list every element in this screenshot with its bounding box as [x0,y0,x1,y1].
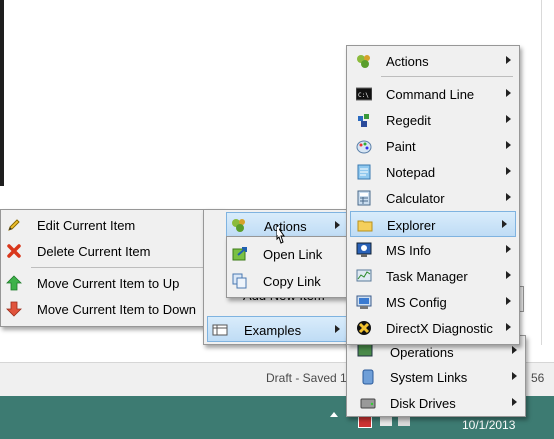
command-line-icon: C:\ [356,86,372,102]
directx-diagnostic-item[interactable]: DirectX Diagnostic [347,315,519,341]
disk-drives-label: Disk Drives [390,396,456,411]
submenu-arrow-icon [506,297,511,305]
right-actions-item[interactable]: Actions [347,48,519,74]
actions-icon [356,53,372,69]
calculator-icon [356,190,372,206]
command-line-label: Command Line [386,87,475,102]
programs-menu: Actions C:\ Command Line Regedit Paint N… [346,45,520,345]
submenu-arrow-icon [502,220,507,228]
move-item-down-label: Move Current Item to Down [37,302,196,317]
arrow-up-icon [6,275,22,291]
directx-icon [356,320,372,336]
disk-drives-item[interactable]: Disk Drives [347,390,525,416]
svg-text:C:\: C:\ [358,92,369,99]
task-manager-item[interactable]: Task Manager [347,263,519,289]
notepad-label: Notepad [386,165,436,180]
paint-item[interactable]: Paint [347,133,519,159]
ms-config-icon [356,294,372,310]
copy-link-item[interactable]: Copy Link [227,268,350,294]
actions-icon [231,217,247,233]
ms-info-icon [356,242,372,258]
system-links-label: System Links [390,370,468,385]
status-text: Draft - Saved 1 [266,371,347,385]
examples-menu-label: Examples [244,323,302,338]
submenu-arrow-icon [506,271,511,279]
examples-icon [212,322,228,338]
submenu-arrow-icon [506,56,511,64]
move-item-up[interactable]: Move Current Item to Up [1,270,223,296]
edit-current-item-label: Edit Current Item [37,218,136,233]
submenu-arrow-icon [335,221,340,229]
submenu-arrow-icon [506,89,511,97]
move-item-up-label: Move Current Item to Up [37,276,180,291]
explorer-folder-icon [357,217,373,233]
desktop-edge [0,0,4,186]
arrow-down-icon [6,301,22,317]
submenu-arrow-icon [506,141,511,149]
delete-current-item-label: Delete Current Item [37,244,151,259]
move-item-down[interactable]: Move Current Item to Down [1,296,223,322]
submenu-arrow-icon [506,167,511,175]
item-context-menu: Edit Current Item Delete Current Item Mo… [0,209,224,327]
tray-overflow-icon[interactable] [330,412,338,417]
submenu-arrow-icon [335,325,340,333]
open-link-label: Open Link [263,247,323,262]
submenu-arrow-icon [512,398,517,406]
submenu-arrow-icon [506,193,511,201]
ms-info-label: MS Info [386,243,431,258]
copy-link-icon [232,273,248,289]
submenu-arrow-icon [512,372,517,380]
paint-label: Paint [386,139,416,154]
notepad-icon [356,164,372,180]
taskbar-date[interactable]: 10/1/2013 [462,418,515,432]
notepad-item[interactable]: Notepad [347,159,519,185]
delete-current-item[interactable]: Delete Current Item [1,238,223,264]
regedit-item[interactable]: Regedit [347,107,519,133]
task-manager-label: Task Manager [386,269,468,284]
task-manager-icon [356,268,372,284]
ms-info-item[interactable]: MS Info [347,237,519,263]
open-link-icon [232,246,248,262]
delete-x-icon [6,243,22,259]
right-actions-label: Actions [386,54,429,69]
paint-icon [356,138,372,154]
status-right-text: 56 [531,371,545,385]
submenu-arrow-icon [512,346,517,354]
ms-config-item[interactable]: MS Config [347,289,519,315]
explorer-label: Explorer [387,218,436,233]
examples-menu-item[interactable]: Examples [207,316,349,342]
menu-separator [381,76,513,77]
window-edge [541,0,542,345]
system-links-icon [360,369,376,385]
pencil-icon [6,217,22,233]
copy-link-label: Copy Link [263,274,321,289]
lower-context-menu: Operations System Links Disk Drives [346,335,526,417]
explorer-item[interactable]: Explorer [350,211,516,237]
submenu-arrow-icon [506,245,511,253]
system-links-item[interactable]: System Links [347,364,525,390]
mouse-cursor-icon [273,224,289,250]
submenu-arrow-icon [506,115,511,123]
operations-label: Operations [390,345,454,360]
regedit-label: Regedit [386,113,431,128]
command-line-item[interactable]: C:\ Command Line [347,81,519,107]
directx-diagnostic-label: DirectX Diagnostic [386,321,493,336]
ms-config-label: MS Config [386,295,447,310]
edit-current-item[interactable]: Edit Current Item [1,212,223,238]
disk-drives-icon [360,395,376,411]
submenu-arrow-icon [506,323,511,331]
calculator-label: Calculator [386,191,445,206]
calculator-item[interactable]: Calculator [347,185,519,211]
regedit-icon [356,112,372,128]
menu-separator [31,267,219,268]
